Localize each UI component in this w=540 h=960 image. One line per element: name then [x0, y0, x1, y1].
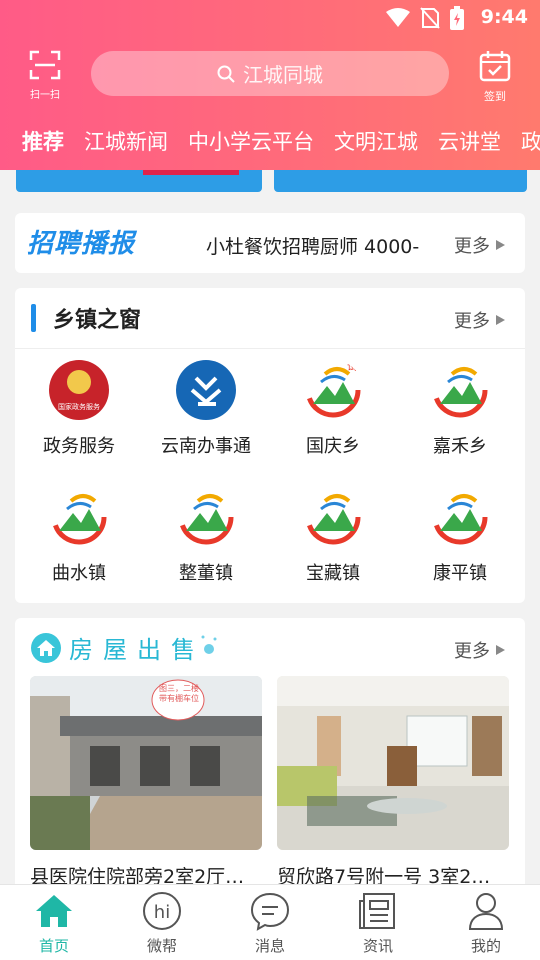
- township-logo-icon: [49, 487, 109, 547]
- calendar-check-icon: [479, 51, 511, 82]
- recruit-ticker[interactable]: 小杜餐饮招聘厨师 4000-: [206, 232, 452, 259]
- nav-label: 资讯: [362, 937, 393, 955]
- svg-text:hi: hi: [154, 902, 170, 923]
- bottom-navigation: 首页 hi 微帮 消息 资讯 我的: [0, 884, 540, 960]
- arrow-right-icon: [496, 315, 505, 325]
- township-more-button[interactable]: 更多: [454, 307, 505, 333]
- listing-photo-2[interactable]: [277, 676, 509, 850]
- no-sim-icon: [420, 7, 440, 29]
- grid-item-label: 云南办事通: [161, 436, 251, 457]
- profile-icon: [466, 891, 506, 931]
- grid-item-label: 宝藏镇: [306, 563, 360, 584]
- grid-item-gov-service[interactable]: 国家政务服务 政务服务: [15, 360, 143, 458]
- arrow-right-icon: [496, 240, 505, 250]
- tab-cloud-lecture[interactable]: 云讲堂: [438, 126, 501, 156]
- nav-label: 消息: [254, 937, 285, 955]
- recruit-logo-text: 招聘播报: [27, 229, 136, 259]
- arrow-right-icon: [496, 645, 505, 655]
- township-logo-icon: [176, 487, 236, 547]
- search-placeholder: 江城同城: [243, 63, 323, 87]
- grid-item-label: 政务服务: [43, 436, 115, 457]
- photo-note: 图三，二楼带有棚车位: [159, 684, 199, 703]
- search-icon: [217, 65, 235, 83]
- nav-home[interactable]: 首页: [0, 891, 108, 956]
- battery-icon: [450, 6, 464, 30]
- more-label: 更多: [454, 641, 490, 662]
- tab-government[interactable]: 政: [521, 126, 540, 156]
- nav-label: 我的: [470, 937, 501, 955]
- scan-button[interactable]: 扫一扫: [24, 50, 66, 101]
- township-title: 乡镇之窗: [53, 308, 142, 333]
- grid-item-qushui[interactable]: 曲水镇: [15, 487, 143, 585]
- more-label: 更多: [454, 236, 490, 257]
- grid-item-jiahe[interactable]: 嘉禾乡: [396, 360, 524, 458]
- category-tabs: 推荐 江城新闻 中小学云平台 文明江城 云讲堂 政: [22, 126, 540, 156]
- township-logo-icon: [430, 360, 490, 420]
- recruit-more-button[interactable]: 更多: [454, 232, 505, 258]
- app-header: 9:44 扫一扫 江城同城 签到 推荐 江城新闻 中小学云平台 文明江城 云讲堂…: [0, 0, 540, 170]
- banner-right[interactable]: [274, 170, 527, 192]
- housing-title: 房屋出售: [69, 636, 205, 664]
- grid-item-yunnan-banshitong[interactable]: 云南办事通: [142, 360, 270, 458]
- banner-accent: [143, 170, 239, 175]
- home-icon: [34, 891, 74, 931]
- nav-messages[interactable]: 消息: [216, 891, 324, 956]
- nav-label: 首页: [38, 937, 69, 955]
- nav-weibang[interactable]: hi 微帮: [108, 891, 216, 956]
- grid-item-label: 整董镇: [179, 563, 233, 584]
- nav-news[interactable]: 资讯: [324, 891, 432, 956]
- listing-photo-1[interactable]: 图三，二楼带有棚车位: [30, 676, 262, 850]
- housing-card: 房屋出售 更多 图三，二楼带有棚车位 县医院住院部旁2室2厅… 贸欣路7号附一号…: [15, 618, 525, 898]
- township-logo-icon: 试点: [303, 360, 363, 420]
- checkin-label: 签到: [484, 90, 506, 103]
- grid-item-zhengdong[interactable]: 整董镇: [142, 487, 270, 585]
- house-icon: [31, 632, 61, 663]
- grid-item-label: 曲水镇: [52, 563, 106, 584]
- divider: [15, 348, 525, 349]
- nav-profile[interactable]: 我的: [432, 891, 540, 956]
- grid-item-label: 国庆乡: [306, 436, 360, 457]
- housing-header: 房屋出售: [31, 630, 219, 665]
- scan-label: 扫一扫: [30, 90, 60, 101]
- hi-icon: hi: [142, 891, 182, 931]
- recruit-logo: 招聘播报: [21, 217, 136, 260]
- search-input[interactable]: 江城同城: [91, 51, 449, 96]
- more-label: 更多: [454, 311, 490, 332]
- tab-civilized-jiangcheng[interactable]: 文明江城: [334, 126, 418, 156]
- gov-service-icon-text: 国家政务服务: [58, 403, 100, 411]
- wifi-icon: [386, 8, 410, 27]
- banner-left[interactable]: [16, 170, 262, 192]
- recruit-card[interactable]: 招聘播报 小杜餐饮招聘厨师 4000- 更多: [15, 213, 525, 273]
- township-logo-icon: [303, 487, 363, 547]
- township-logo-icon: [430, 487, 490, 547]
- grid-item-guoqing[interactable]: 试点 国庆乡: [269, 360, 397, 458]
- pilot-badge: 试点: [347, 362, 363, 373]
- section-accent-bar: [31, 304, 36, 332]
- tab-recommend[interactable]: 推荐: [22, 126, 64, 156]
- scan-icon: [29, 50, 61, 80]
- housing-more-button[interactable]: 更多: [454, 637, 505, 663]
- gov-service-icon: 国家政务服务: [49, 360, 109, 420]
- grid-item-baozang[interactable]: 宝藏镇: [269, 487, 397, 585]
- status-time: 9:44: [480, 6, 528, 28]
- news-icon: [358, 891, 398, 931]
- grid-item-label: 康平镇: [433, 563, 487, 584]
- checkin-button[interactable]: 签到: [474, 50, 516, 103]
- yunnan-banshitong-icon: [176, 360, 236, 420]
- grid-item-label: 嘉禾乡: [433, 436, 487, 457]
- tab-school-cloud[interactable]: 中小学云平台: [188, 126, 314, 156]
- township-card: 乡镇之窗 更多 国家政务服务 政务服务 云南办事通 试点 国庆乡 嘉禾乡 曲水镇…: [15, 288, 525, 603]
- message-icon: [250, 891, 290, 931]
- nav-label: 微帮: [146, 937, 177, 955]
- tab-jiangcheng-news[interactable]: 江城新闻: [84, 126, 168, 156]
- grid-item-kangping[interactable]: 康平镇: [396, 487, 524, 585]
- status-icons: [386, 6, 464, 30]
- status-bar: 9:44: [0, 0, 540, 36]
- decor-dots-icon: [201, 635, 217, 654]
